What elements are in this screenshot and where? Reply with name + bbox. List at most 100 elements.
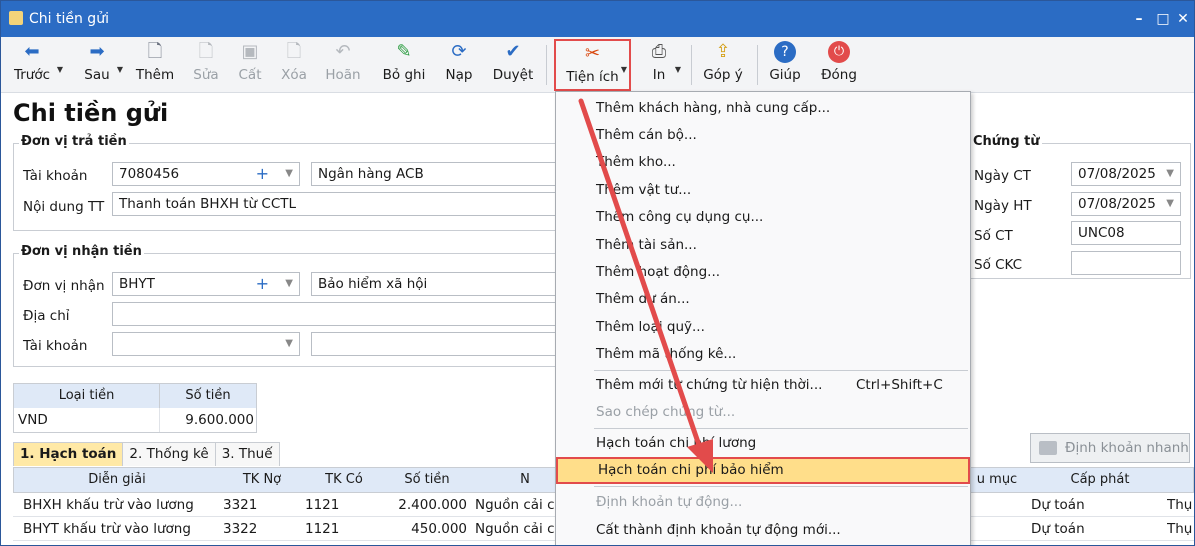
menu-item-add-asset[interactable]: Thêm tài sản...: [556, 232, 970, 259]
upload-icon: ⇪: [715, 41, 731, 62]
close-button[interactable]: ⏻ Đóng: [819, 41, 859, 89]
title-bar: Chi tiền gửi – □ ✕: [1, 1, 1194, 37]
unpost-button[interactable]: ✎ Bỏ ghi: [381, 41, 427, 89]
voucher-number-input[interactable]: UNC08: [1071, 221, 1181, 245]
delete-button[interactable]: 🗋 Xóa: [279, 41, 309, 89]
payee-address-label: Địa chỉ: [23, 308, 70, 324]
currency-table-header: Loại tiền Số tiền: [14, 384, 256, 408]
menu-separator: [594, 370, 968, 371]
arrow-right-icon: ➡: [89, 41, 105, 62]
feedback-button[interactable]: ⇪ Góp ý: [701, 41, 745, 89]
currency-type-cell: VND: [14, 408, 160, 432]
plus-icon[interactable]: +: [256, 163, 269, 185]
menu-item-insurance-cost[interactable]: Hạch toán chi phí bảo hiểm: [556, 457, 970, 484]
menu-item-add-activity[interactable]: Thêm hoạt động...: [556, 259, 970, 286]
close-icon[interactable]: ✕: [1173, 9, 1193, 29]
menu-item-salary-cost[interactable]: Hạch toán chi phí lương: [556, 430, 970, 457]
chevron-down-icon[interactable]: ▼: [1166, 193, 1174, 215]
payee-unit-input[interactable]: BHYT + ▼: [112, 272, 300, 296]
payer-bank-name-input[interactable]: Ngân hàng ACB: [311, 162, 561, 186]
menu-item-add-material[interactable]: Thêm vật tư...: [556, 177, 970, 204]
plus-icon[interactable]: +: [256, 273, 269, 295]
maximize-icon[interactable]: □: [1153, 9, 1173, 29]
check-icon: ✔: [505, 41, 521, 62]
approve-button[interactable]: ✔ Duyệt: [491, 41, 535, 89]
prev-button[interactable]: ⬅ Trước ▼: [9, 41, 63, 89]
column-header: u mục: [976, 472, 1018, 487]
next-button[interactable]: ➡ Sau ▼: [79, 41, 123, 89]
menu-item-add-fund-type[interactable]: Thêm loại quỹ...: [556, 314, 970, 341]
payee-unit-label: Đơn vị nhận: [23, 278, 105, 294]
chevron-down-icon[interactable]: ▼: [285, 333, 293, 355]
app-icon: [9, 11, 23, 25]
voucher-date-input[interactable]: 07/08/2025 ▼: [1071, 162, 1181, 186]
dropdown-caret-icon[interactable]: ▼: [57, 65, 63, 74]
dropdown-caret-icon[interactable]: ▼: [621, 65, 627, 74]
grid-cell: BHXH khấu trừ vào lương: [23, 497, 194, 513]
payee-account-input[interactable]: ▼: [112, 332, 300, 356]
dropdown-caret-icon[interactable]: ▼: [675, 65, 681, 74]
grid-cell: 3321: [223, 497, 258, 513]
utilities-menu: Thêm khách hàng, nhà cung cấp... Thêm cá…: [555, 91, 971, 545]
menu-item-auto-entry[interactable]: Định khoản tự động...: [556, 489, 970, 516]
grid-cell: 450.000: [411, 521, 467, 537]
menu-item-copy-voucher[interactable]: Sao chép chứng từ...: [556, 399, 970, 426]
delete-document-icon: 🗋: [286, 41, 302, 62]
menu-item-new-from-current[interactable]: Thêm mới từ chứng từ hiện thời... Ctrl+S…: [556, 372, 970, 399]
grid-cell: BHYT khấu trừ vào lương: [23, 521, 191, 537]
menu-item-add-project[interactable]: Thêm dự án...: [556, 286, 970, 313]
undo-button[interactable]: ↶ Hoãn: [323, 41, 363, 89]
minimize-icon[interactable]: –: [1129, 9, 1149, 29]
tab-thue[interactable]: 3. Thuế: [214, 442, 280, 466]
grid-cell: 1121: [305, 521, 340, 537]
payee-group-title: Đơn vị nhận tiền: [19, 244, 144, 259]
menu-item-add-customer[interactable]: Thêm khách hàng, nhà cung cấp...: [556, 95, 970, 122]
help-button[interactable]: ? Giúp: [767, 41, 803, 89]
table-row[interactable]: VND 9.600.000: [14, 408, 256, 432]
menu-item-add-stat-code[interactable]: Thêm mã thống kê...: [556, 341, 970, 368]
payer-group: [13, 143, 561, 231]
chevron-down-icon[interactable]: ▼: [1166, 163, 1174, 185]
refresh-icon: ⟳: [451, 41, 467, 62]
dropdown-caret-icon[interactable]: ▼: [117, 65, 123, 74]
tab-hach-toan[interactable]: 1. Hạch toán: [13, 442, 124, 466]
payee-account-label: Tài khoản: [23, 338, 88, 354]
detail-tabs: 1. Hạch toán 2. Thống kê 3. Thuế: [13, 442, 280, 466]
print-button[interactable]: ⎙ In ▼: [645, 41, 681, 89]
grid-cell: Thụ: [1167, 497, 1193, 513]
chevron-down-icon[interactable]: ▼: [285, 273, 293, 295]
grid-cell: Dự toán: [1031, 497, 1085, 513]
add-button[interactable]: 🗋 Thêm: [135, 41, 175, 89]
payee-unit-name-input[interactable]: Bảo hiểm xã hội: [311, 272, 561, 296]
quick-entry-button[interactable]: Định khoản nhanh: [1030, 433, 1190, 463]
edit-button[interactable]: 🗋 Sửa: [191, 41, 221, 89]
grid-cell: Thụ: [1167, 521, 1193, 537]
reload-button[interactable]: ⟳ Nạp: [443, 41, 475, 89]
payee-bank-name-input[interactable]: [311, 332, 561, 356]
power-icon: ⏻: [828, 41, 850, 63]
currency-table: Loại tiền Số tiền VND 9.600.000: [13, 383, 257, 433]
posting-date-input[interactable]: 07/08/2025 ▼: [1071, 192, 1181, 216]
save-button[interactable]: ▣ Cất: [235, 41, 265, 89]
tab-thong-ke[interactable]: 2. Thống kê: [122, 442, 216, 466]
menu-item-add-staff[interactable]: Thêm cán bộ...: [556, 122, 970, 149]
payee-address-input[interactable]: [112, 302, 561, 326]
utilities-button[interactable]: ✂ Tiện ích ▼: [554, 39, 631, 91]
menu-item-add-tool[interactable]: Thêm công cụ dụng cụ...: [556, 204, 970, 231]
page-title: Chi tiền gửi: [13, 99, 169, 127]
undo-icon: ↶: [335, 41, 351, 62]
ckc-number-input[interactable]: [1071, 251, 1181, 275]
window-title: Chi tiền gửi: [29, 11, 109, 27]
payer-account-input[interactable]: 7080456 + ▼: [112, 162, 300, 186]
column-header: Số tiền: [185, 388, 231, 403]
posting-date-label: Ngày HT: [974, 198, 1032, 214]
arrow-left-icon: ⬅: [24, 41, 40, 62]
menu-item-save-auto-entry[interactable]: Cất thành định khoản tự động mới...: [556, 517, 970, 544]
menu-item-add-warehouse[interactable]: Thêm kho...: [556, 149, 970, 176]
payer-content-input[interactable]: Thanh toán BHXH từ CCTL: [112, 192, 561, 216]
ckc-number-label: Số CKC: [974, 257, 1023, 273]
column-header: Số tiền: [404, 472, 450, 487]
help-icon: ?: [774, 41, 796, 63]
grid-cell: 3322: [223, 521, 258, 537]
chevron-down-icon[interactable]: ▼: [285, 163, 293, 185]
